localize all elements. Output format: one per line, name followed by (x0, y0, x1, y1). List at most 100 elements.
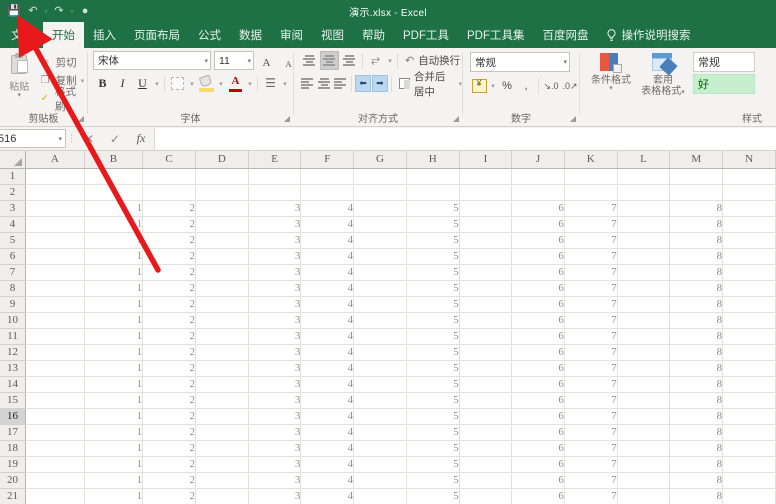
cell-B1[interactable] (84, 168, 144, 185)
cell-M6[interactable]: 8 (669, 248, 724, 265)
cell-D5[interactable] (195, 232, 249, 249)
cell-J1[interactable] (511, 168, 565, 185)
cell-G8[interactable] (353, 280, 407, 297)
font-color-dropdown-icon[interactable]: ▾ (246, 80, 254, 88)
cell-G4[interactable] (353, 216, 407, 233)
cell-N3[interactable] (722, 200, 776, 217)
cell-I4[interactable] (459, 216, 513, 233)
row-header-16[interactable]: 16 (0, 408, 27, 425)
cell-H20[interactable]: 5 (406, 472, 460, 489)
cell-L1[interactable] (617, 168, 671, 185)
column-header-e[interactable]: E (248, 151, 302, 169)
cell-A3[interactable] (25, 200, 85, 217)
cell-M7[interactable]: 8 (669, 264, 724, 281)
redo-dropdown-icon[interactable]: ▾ (70, 7, 74, 16)
cell-A4[interactable] (25, 216, 85, 233)
cell-D8[interactable] (195, 280, 249, 297)
column-header-l[interactable]: L (617, 151, 671, 169)
cell-K14[interactable]: 7 (564, 376, 618, 393)
cell-F3[interactable]: 4 (300, 200, 355, 217)
cell-A7[interactable] (25, 264, 85, 281)
bold-button[interactable]: B (93, 74, 112, 93)
cell-K7[interactable]: 7 (564, 264, 618, 281)
cell-D21[interactable] (195, 488, 249, 504)
cell-F11[interactable]: 4 (300, 328, 355, 345)
cell-H3[interactable]: 5 (406, 200, 460, 217)
column-header-n[interactable]: N (722, 151, 776, 169)
cell-L5[interactable] (617, 232, 671, 249)
cell-F8[interactable]: 4 (300, 280, 355, 297)
cell-M2[interactable] (669, 184, 724, 201)
decrease-decimal-button[interactable]: .0↗ (561, 77, 579, 95)
cell-D15[interactable] (195, 392, 249, 409)
cell-B7[interactable]: 1 (84, 264, 144, 281)
cell-H21[interactable]: 5 (406, 488, 460, 504)
cell-N17[interactable] (722, 424, 776, 441)
cell-K19[interactable]: 7 (564, 456, 618, 473)
cell-F15[interactable]: 4 (300, 392, 355, 409)
cell-L17[interactable] (617, 424, 671, 441)
font-color-button[interactable]: A (226, 74, 245, 93)
cell-G7[interactable] (353, 264, 407, 281)
row-header-20[interactable]: 20 (0, 472, 27, 489)
cell-D4[interactable] (195, 216, 249, 233)
cell-A6[interactable] (25, 248, 85, 265)
cell-H17[interactable]: 5 (406, 424, 460, 441)
cell-I18[interactable] (459, 440, 513, 457)
name-box-dropdown-icon[interactable]: ▾ (58, 135, 65, 143)
cell-style-good[interactable]: 好 (692, 74, 755, 94)
cell-E20[interactable]: 3 (248, 472, 302, 489)
cell-A19[interactable] (25, 456, 85, 473)
row-header-10[interactable]: 10 (0, 312, 27, 329)
cell-F19[interactable]: 4 (300, 456, 355, 473)
tab-formulas[interactable]: 公式 (189, 22, 230, 48)
cell-G21[interactable] (353, 488, 407, 504)
cell-M21[interactable]: 8 (669, 488, 724, 504)
cell-K10[interactable]: 7 (564, 312, 618, 329)
cell-G20[interactable] (353, 472, 407, 489)
accounting-dropdown-icon[interactable]: ▾ (489, 82, 497, 90)
cell-I16[interactable] (459, 408, 513, 425)
cell-A17[interactable] (25, 424, 85, 441)
cell-G12[interactable] (353, 344, 407, 361)
cell-J19[interactable]: 6 (511, 456, 565, 473)
conditional-formatting-button[interactable]: 条件格式 ▾ (585, 51, 637, 92)
borders-dropdown-icon[interactable]: ▾ (188, 80, 196, 88)
format-as-table-dropdown-icon[interactable]: ▾ (681, 89, 685, 96)
cell-J21[interactable]: 6 (511, 488, 565, 504)
cell-N12[interactable] (722, 344, 776, 361)
row-header-15[interactable]: 15 (0, 392, 27, 409)
cell-H10[interactable]: 5 (406, 312, 460, 329)
tab-review[interactable]: 审阅 (271, 22, 312, 48)
cell-J17[interactable]: 6 (511, 424, 565, 441)
orientation-dropdown-icon[interactable]: ▾ (386, 57, 394, 65)
tab-view[interactable]: 视图 (312, 22, 353, 48)
cell-G16[interactable] (353, 408, 407, 425)
cell-H8[interactable]: 5 (406, 280, 460, 297)
cell-K17[interactable]: 7 (564, 424, 618, 441)
cell-N21[interactable] (722, 488, 776, 504)
cell-M9[interactable]: 8 (669, 296, 724, 313)
column-header-g[interactable]: G (353, 151, 407, 169)
cell-C10[interactable]: 2 (142, 312, 196, 329)
row-header-11[interactable]: 11 (0, 328, 27, 345)
orientation-button[interactable]: ⥂ (366, 51, 385, 70)
cell-H9[interactable]: 5 (406, 296, 460, 313)
cell-A2[interactable] (25, 184, 85, 201)
cell-F21[interactable]: 4 (300, 488, 355, 504)
cell-H15[interactable]: 5 (406, 392, 460, 409)
cell-H16[interactable]: 5 (406, 408, 460, 425)
cell-B16[interactable]: 1 (84, 408, 144, 425)
format-painter-button[interactable]: ✓ 格式刷 (37, 86, 87, 113)
cell-G17[interactable] (353, 424, 407, 441)
cell-G11[interactable] (353, 328, 407, 345)
cell-A11[interactable] (25, 328, 85, 345)
alignment-dialog-launcher-icon[interactable]: ◢ (453, 111, 459, 126)
row-header-7[interactable]: 7 (0, 264, 27, 281)
align-right-button[interactable] (333, 74, 348, 93)
cell-J16[interactable]: 6 (511, 408, 565, 425)
cell-C18[interactable]: 2 (142, 440, 196, 457)
cell-C6[interactable]: 2 (142, 248, 196, 265)
cell-L3[interactable] (617, 200, 671, 217)
cell-F4[interactable]: 4 (300, 216, 355, 233)
